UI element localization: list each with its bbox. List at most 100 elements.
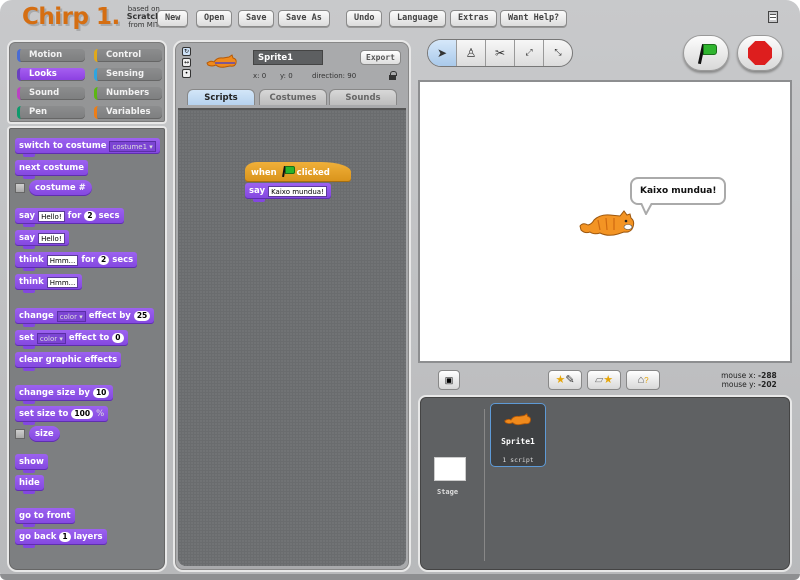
block-label: set size to bbox=[19, 409, 69, 419]
sprite-card-scripts: 1 script bbox=[502, 456, 534, 464]
block-switch-costume[interactable]: switch to costume costume1 bbox=[15, 138, 160, 157]
number-input[interactable]: 10 bbox=[92, 388, 110, 398]
number-input[interactable]: 2 bbox=[84, 211, 96, 221]
block-show[interactable]: show bbox=[15, 454, 48, 473]
help-button[interactable]: Want Help? bbox=[500, 10, 568, 27]
text-input[interactable]: Hello! bbox=[38, 232, 65, 244]
language-button[interactable]: Language bbox=[389, 10, 446, 27]
block-go-back-layers[interactable]: go back 1 layers bbox=[15, 529, 107, 548]
stage-label: Stage bbox=[437, 488, 459, 496]
extras-button[interactable]: Extras bbox=[450, 10, 497, 27]
paint-brush-star-icon: ★✎ bbox=[555, 374, 575, 386]
number-input[interactable]: 25 bbox=[133, 311, 151, 321]
block-label: costume # bbox=[35, 183, 86, 193]
folder-star-icon: ▱★ bbox=[594, 374, 614, 386]
lock-icon[interactable] bbox=[389, 71, 397, 80]
green-flag-icon bbox=[282, 166, 295, 177]
green-flag-button[interactable] bbox=[683, 35, 729, 71]
when-flag-clicked-block[interactable]: when clicked bbox=[245, 162, 351, 182]
category-panel: Motion Control Looks Sensing Sound Numbe… bbox=[7, 40, 167, 124]
category-variables[interactable]: Variables bbox=[94, 106, 162, 119]
block-label: say bbox=[249, 186, 266, 196]
logo-sub-line: Scratch bbox=[126, 12, 161, 21]
category-pen[interactable]: Pen bbox=[17, 106, 85, 119]
sprite-x: x: 0 bbox=[253, 72, 267, 80]
blocks-palette: switch to costume costume1 next costume … bbox=[7, 126, 167, 572]
new-button[interactable]: New bbox=[157, 10, 189, 27]
number-input[interactable]: 2 bbox=[98, 255, 110, 265]
effect-dropdown[interactable]: color bbox=[36, 332, 66, 344]
stage[interactable]: Kaixo mundua! bbox=[418, 80, 792, 363]
sprite-thumbnail-icon bbox=[504, 413, 531, 426]
sprite-y: y: 0 bbox=[280, 72, 293, 80]
choose-sprite-file-button[interactable]: ▱★ bbox=[587, 370, 621, 390]
block-label: hide bbox=[19, 478, 40, 488]
number-input[interactable]: 1 bbox=[59, 532, 71, 542]
open-button[interactable]: Open bbox=[196, 10, 233, 27]
number-input[interactable]: 100 bbox=[71, 409, 94, 419]
tab-sounds[interactable]: Sounds bbox=[329, 89, 397, 105]
costume-dropdown[interactable]: costume1 bbox=[109, 140, 156, 152]
surprise-sprite-button[interactable]: ⌂? bbox=[626, 370, 660, 390]
block-label: go back bbox=[19, 532, 57, 542]
category-sound[interactable]: Sound bbox=[17, 87, 85, 100]
shrink-icon[interactable]: ⤡ bbox=[544, 40, 572, 66]
block-label: think bbox=[19, 277, 44, 287]
costume-num-checkbox[interactable] bbox=[15, 183, 25, 193]
block-label: size bbox=[35, 429, 54, 439]
sprite-card[interactable]: Sprite1 1 script bbox=[490, 403, 546, 467]
stop-button[interactable] bbox=[737, 35, 783, 71]
reporter-costume-num[interactable]: costume # bbox=[29, 180, 92, 196]
stage-thumbnail[interactable] bbox=[434, 457, 466, 481]
block-change-size[interactable]: change size by 10 bbox=[15, 385, 114, 404]
block-set-size[interactable]: set size to 100 % bbox=[15, 406, 109, 425]
tab-costumes[interactable]: Costumes bbox=[259, 89, 327, 105]
text-input[interactable]: Hmm... bbox=[46, 276, 79, 288]
text-input[interactable]: Hello! bbox=[38, 210, 65, 222]
size-checkbox[interactable] bbox=[15, 429, 25, 439]
block-say[interactable]: say Hello! bbox=[15, 230, 69, 249]
category-looks[interactable]: Looks bbox=[17, 68, 85, 81]
sprite-card-name: Sprite1 bbox=[501, 437, 535, 446]
block-set-effect[interactable]: set color effect to 0 bbox=[15, 330, 128, 349]
presentation-mode-button[interactable]: ▣ bbox=[438, 370, 460, 390]
reporter-size[interactable]: size bbox=[29, 426, 60, 442]
block-next-costume[interactable]: next costume bbox=[15, 160, 88, 179]
script-say-block[interactable]: say Kaixo mundua! bbox=[245, 183, 331, 202]
stamp-duplicate-icon[interactable]: ♙ bbox=[457, 40, 486, 66]
document-icon[interactable] bbox=[768, 11, 778, 23]
block-think-for-secs[interactable]: think Hmm... for 2 secs bbox=[15, 252, 138, 271]
block-say-for-secs[interactable]: say Hello! for 2 secs bbox=[15, 208, 124, 227]
scissors-delete-icon[interactable]: ✂ bbox=[486, 40, 515, 66]
category-numbers[interactable]: Numbers bbox=[94, 87, 162, 100]
left-right-flip-icon[interactable]: ↔ bbox=[182, 58, 191, 67]
block-hide[interactable]: hide bbox=[15, 475, 44, 494]
cat-sprite[interactable] bbox=[578, 208, 638, 240]
block-think[interactable]: think Hmm... bbox=[15, 274, 83, 293]
sprite-name-field[interactable]: Sprite1 bbox=[253, 50, 323, 65]
text-input[interactable]: Hmm... bbox=[46, 254, 79, 266]
export-button[interactable]: Export bbox=[360, 50, 401, 65]
number-input[interactable]: 0 bbox=[112, 333, 124, 343]
block-label: % bbox=[96, 409, 105, 419]
grow-icon[interactable]: ⤢ bbox=[515, 40, 544, 66]
category-control[interactable]: Control bbox=[94, 49, 162, 62]
save-as-button[interactable]: Save As bbox=[278, 10, 330, 27]
logo-sub-line: from MIT bbox=[128, 21, 160, 29]
arrow-tool-icon[interactable]: ➤ bbox=[428, 40, 457, 66]
block-go-to-front[interactable]: go to front bbox=[15, 508, 75, 527]
no-rotate-icon[interactable]: • bbox=[182, 69, 191, 78]
undo-button[interactable]: Undo bbox=[346, 10, 383, 27]
tab-scripts[interactable]: Scripts bbox=[187, 89, 255, 105]
category-sensing[interactable]: Sensing bbox=[94, 68, 162, 81]
block-clear-effects[interactable]: clear graphic effects bbox=[15, 352, 122, 371]
say-text-input[interactable]: Kaixo mundua! bbox=[268, 185, 327, 197]
block-change-effect[interactable]: change color effect by 25 bbox=[15, 308, 155, 327]
effect-dropdown[interactable]: color bbox=[56, 310, 86, 322]
rotate-all-around-icon[interactable]: ↻ bbox=[182, 47, 191, 56]
paint-new-sprite-button[interactable]: ★✎ bbox=[548, 370, 582, 390]
save-button[interactable]: Save bbox=[238, 10, 275, 27]
category-motion[interactable]: Motion bbox=[17, 49, 85, 62]
mouse-y-readout: mouse y: -202 bbox=[715, 380, 780, 389]
scripts-area[interactable]: when clicked say Kaixo mundua! bbox=[178, 108, 406, 566]
